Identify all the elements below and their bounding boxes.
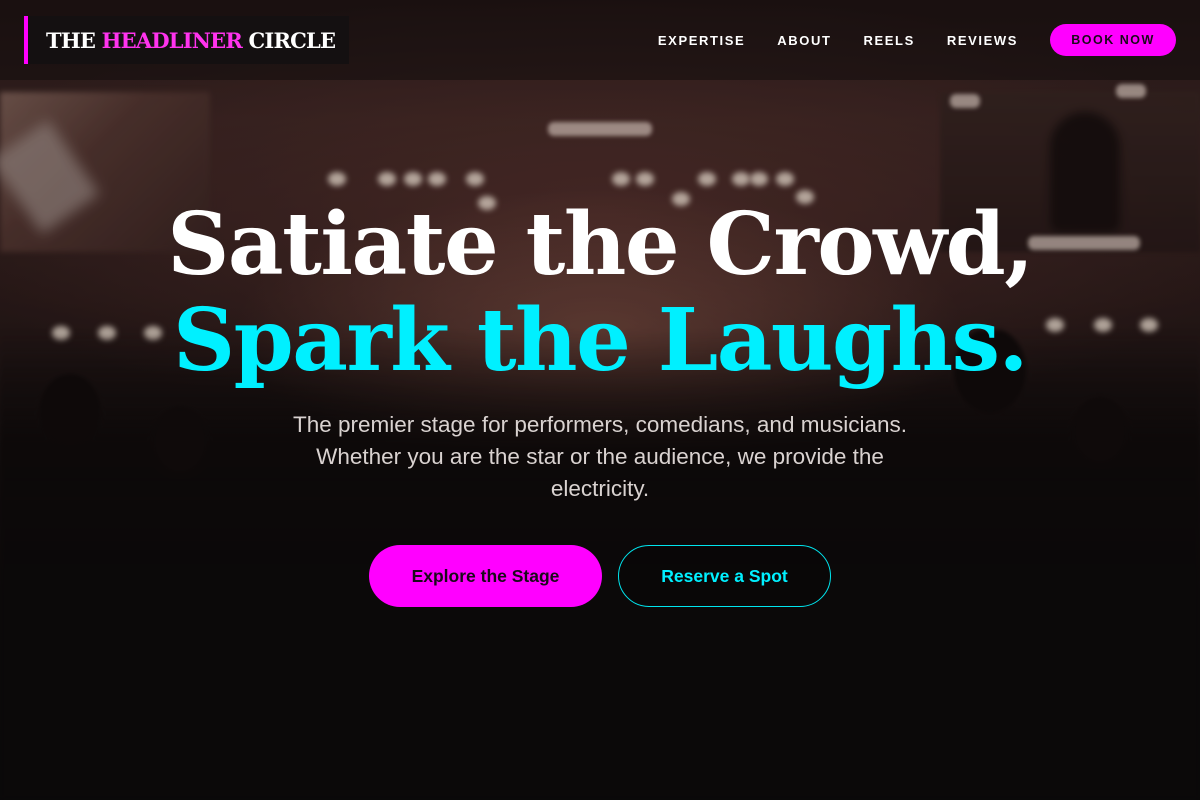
nav-link-reels[interactable]: REELS [864, 33, 915, 48]
site-header: THE HEADLINER CIRCLE EXPERTISE ABOUT REE… [0, 0, 1200, 80]
nav-link-about[interactable]: ABOUT [777, 33, 831, 48]
hero-headline-line1: Satiate the Crowd, [167, 194, 1034, 295]
nav-link-expertise[interactable]: EXPERTISE [658, 33, 745, 48]
brand-logo[interactable]: THE HEADLINER CIRCLE [24, 16, 350, 64]
main-nav: EXPERTISE ABOUT REELS REVIEWS BOOK NOW [658, 0, 1176, 80]
explore-stage-button[interactable]: Explore the Stage [369, 545, 602, 607]
hero-headline-line2: Spark the Laughs. [173, 290, 1028, 391]
reserve-spot-button[interactable]: Reserve a Spot [618, 545, 831, 607]
nav-link-reviews[interactable]: REVIEWS [947, 33, 1018, 48]
hero-subtitle: The premier stage for performers, comedi… [292, 412, 907, 501]
logo-text-the: THE [46, 27, 96, 53]
book-now-button[interactable]: BOOK NOW [1050, 24, 1176, 56]
background-overlay [0, 0, 1200, 800]
hero-background-image [0, 0, 1200, 800]
logo-text-headliner: HEADLINER [101, 27, 243, 53]
logo-text-circle: CIRCLE [248, 27, 336, 53]
